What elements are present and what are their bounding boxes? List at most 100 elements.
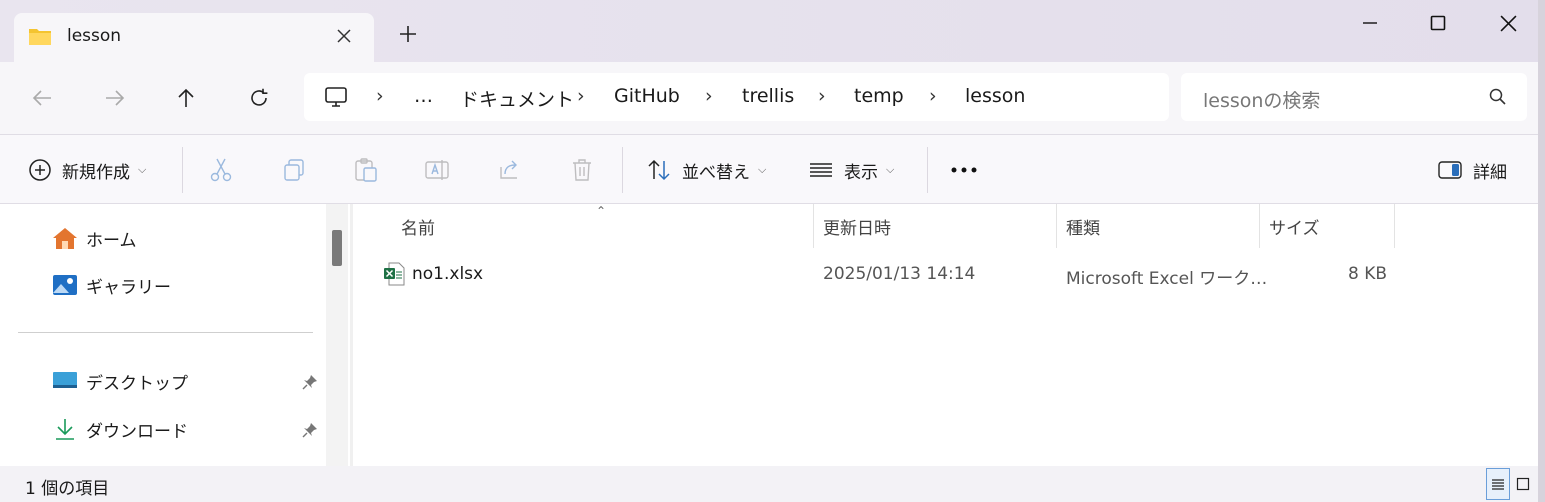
details-pane-button[interactable]: 詳細 bbox=[1437, 135, 1507, 205]
navigation-pane: ホーム ギャラリー デスクトップ ダウンロード bbox=[0, 204, 350, 466]
computer-icon bbox=[325, 87, 347, 107]
refresh-icon bbox=[251, 88, 268, 106]
main-area: ホーム ギャラリー デスクトップ ダウンロード ⌃ 名前 更新日時 種類 サイズ bbox=[0, 204, 1545, 466]
details-pane-icon bbox=[1438, 161, 1462, 179]
file-type: Microsoft Excel ワーク… bbox=[1066, 269, 1268, 289]
more-options-button[interactable] bbox=[950, 135, 978, 205]
maximize-button[interactable] bbox=[1408, 8, 1468, 38]
chevron-down-icon: ⌵ bbox=[758, 163, 767, 176]
address-row: › … ドキュメント › GitHub › trellis › temp › l… bbox=[0, 62, 1545, 134]
delete-button[interactable] bbox=[569, 135, 595, 205]
arrow-right-icon bbox=[106, 90, 125, 106]
chevron-right-icon: › bbox=[376, 85, 384, 107]
tab-title: lesson bbox=[67, 26, 122, 46]
sort-label: 並べ替え bbox=[682, 162, 750, 183]
search-input[interactable]: lessonの検索 bbox=[1203, 86, 1320, 113]
sort-button[interactable]: 並べ替え ⌵ bbox=[646, 135, 766, 205]
rename-icon bbox=[425, 160, 449, 180]
chevron-right-icon: › bbox=[705, 85, 713, 107]
column-divider[interactable] bbox=[813, 204, 814, 248]
back-button[interactable] bbox=[22, 78, 62, 118]
trash-icon bbox=[573, 159, 591, 181]
new-label: 新規作成 bbox=[62, 162, 130, 183]
forward-button[interactable] bbox=[95, 78, 135, 118]
folder-icon bbox=[29, 29, 51, 45]
breadcrumb-lesson[interactable]: lesson bbox=[965, 85, 1025, 107]
column-header-name[interactable]: 名前 bbox=[401, 204, 435, 248]
toolbar-divider bbox=[182, 147, 183, 193]
new-button[interactable]: 新規作成 ⌵ bbox=[28, 135, 146, 205]
arrow-up-icon bbox=[178, 88, 194, 107]
minimize-button[interactable] bbox=[1340, 8, 1400, 38]
download-icon bbox=[56, 419, 74, 440]
more-icon bbox=[951, 167, 977, 173]
breadcrumb-github[interactable]: GitHub bbox=[614, 85, 680, 107]
file-modified: 2025/01/13 14:14 bbox=[823, 264, 976, 284]
file-row[interactable]: no1.xlsx 2025/01/13 14:14 Microsoft Exce… bbox=[378, 256, 1398, 292]
gallery-icon bbox=[53, 275, 77, 295]
details-view-button[interactable] bbox=[1486, 468, 1510, 500]
nav-item-desktop[interactable]: デスクトップ bbox=[52, 366, 188, 396]
nav-item-label: ホーム bbox=[86, 230, 137, 251]
breadcrumb-documents[interactable]: ドキュメント bbox=[460, 85, 574, 112]
window-edge bbox=[1538, 0, 1545, 502]
nav-item-downloads[interactable]: ダウンロード bbox=[52, 414, 188, 444]
copy-icon bbox=[284, 159, 304, 181]
nav-item-label: ギャラリー bbox=[86, 277, 171, 298]
search-box[interactable]: lessonの検索 bbox=[1181, 73, 1527, 121]
view-button[interactable]: 表示 ⌵ bbox=[808, 135, 894, 205]
share-icon bbox=[500, 160, 517, 179]
nav-item-label: デスクトップ bbox=[86, 373, 188, 394]
nav-item-gallery[interactable]: ギャラリー bbox=[52, 270, 171, 300]
scissors-icon bbox=[210, 158, 232, 182]
sort-icon bbox=[648, 159, 670, 181]
close-icon bbox=[1499, 14, 1517, 32]
status-bar: 1 個の項目 bbox=[0, 466, 1545, 502]
close-window-button[interactable] bbox=[1478, 8, 1538, 38]
nav-item-label: ダウンロード bbox=[86, 421, 188, 442]
tab-close-icon[interactable] bbox=[332, 24, 356, 48]
file-name[interactable]: no1.xlsx bbox=[412, 264, 483, 284]
column-divider[interactable] bbox=[1259, 204, 1260, 248]
item-count: 1 個の項目 bbox=[25, 479, 110, 499]
tab-lesson[interactable]: lesson bbox=[14, 13, 374, 62]
tiles-view-icon bbox=[1516, 477, 1530, 491]
title-bar: lesson bbox=[0, 0, 1545, 62]
copy-button[interactable] bbox=[281, 135, 307, 205]
nav-divider bbox=[18, 332, 313, 333]
desktop-icon bbox=[53, 372, 77, 388]
refresh-button[interactable] bbox=[239, 78, 279, 118]
maximize-icon bbox=[1430, 15, 1446, 31]
breadcrumb-trellis[interactable]: trellis bbox=[742, 85, 794, 107]
search-icon bbox=[1489, 88, 1506, 105]
details-view-icon bbox=[1492, 479, 1504, 490]
cut-button[interactable] bbox=[208, 135, 234, 205]
paste-button[interactable] bbox=[353, 135, 379, 205]
column-header-type[interactable]: 種類 bbox=[1066, 204, 1100, 248]
column-header-modified[interactable]: 更新日時 bbox=[823, 204, 891, 248]
file-size: 8 KB bbox=[1348, 264, 1388, 284]
column-header-size[interactable]: サイズ bbox=[1269, 204, 1320, 248]
nav-item-home[interactable]: ホーム bbox=[52, 223, 137, 253]
view-label: 表示 bbox=[844, 162, 878, 183]
toolbar-divider bbox=[622, 147, 623, 193]
command-bar: 新規作成 ⌵ 並べ替え ⌵ 表示 ⌵ 詳細 bbox=[0, 134, 1545, 204]
tiles-view-button[interactable] bbox=[1511, 468, 1535, 500]
breadcrumb-overflow[interactable]: … bbox=[414, 85, 433, 107]
pin-icon[interactable] bbox=[302, 374, 318, 390]
column-divider[interactable] bbox=[1394, 204, 1395, 248]
share-button[interactable] bbox=[497, 135, 523, 205]
breadcrumb-temp[interactable]: temp bbox=[854, 85, 904, 107]
excel-file-icon bbox=[384, 262, 405, 286]
home-icon bbox=[53, 228, 77, 249]
new-tab-button[interactable] bbox=[395, 22, 421, 48]
column-divider[interactable] bbox=[1056, 204, 1057, 248]
rename-button[interactable] bbox=[424, 135, 450, 205]
up-button[interactable] bbox=[166, 78, 206, 118]
address-bar[interactable]: › … ドキュメント › GitHub › trellis › temp › l… bbox=[304, 73, 1169, 121]
toolbar-divider bbox=[927, 147, 928, 193]
nav-scrollbar-thumb[interactable] bbox=[332, 230, 342, 266]
details-label: 詳細 bbox=[1473, 162, 1507, 183]
pin-icon[interactable] bbox=[302, 422, 318, 438]
paste-icon bbox=[355, 158, 377, 182]
